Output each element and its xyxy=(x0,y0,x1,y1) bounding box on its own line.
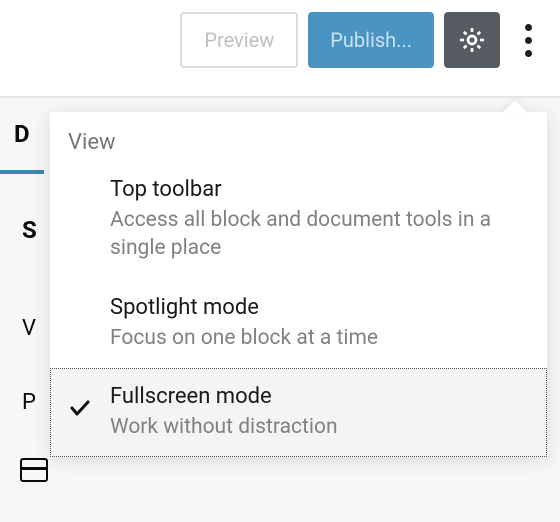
panel-section-s: S xyxy=(22,216,37,244)
document-tab[interactable]: D xyxy=(0,98,44,174)
publish-button[interactable]: Publish... xyxy=(308,12,434,68)
menu-item-desc: Focus on one block at a time xyxy=(110,324,527,352)
menu-section-title: View xyxy=(50,112,547,161)
menu-item-top-toolbar[interactable]: Top toolbar Access all block and documen… xyxy=(50,161,547,279)
preview-button[interactable]: Preview xyxy=(180,12,298,68)
menu-item-title: Top toolbar xyxy=(110,177,527,202)
gear-icon xyxy=(457,25,487,55)
more-options-button[interactable] xyxy=(510,12,546,68)
settings-button[interactable] xyxy=(444,12,500,68)
menu-item-spotlight-mode[interactable]: Spotlight mode Focus on one block at a t… xyxy=(50,279,547,368)
panel-section-v: V xyxy=(22,316,36,341)
more-vertical-icon xyxy=(525,24,532,57)
panel-section-p: P xyxy=(22,390,36,415)
options-menu: View Top toolbar Access all block and do… xyxy=(50,112,547,457)
menu-item-fullscreen-mode[interactable]: Fullscreen mode Work without distraction xyxy=(50,368,547,457)
editor-toolbar: Preview Publish... xyxy=(0,0,560,80)
menu-item-title: Spotlight mode xyxy=(110,295,527,320)
menu-item-desc: Access all block and document tools in a… xyxy=(110,206,527,263)
panel-box-icon xyxy=(20,458,48,482)
menu-item-title: Fullscreen mode xyxy=(110,384,527,409)
check-icon xyxy=(68,396,92,420)
menu-item-desc: Work without distraction xyxy=(110,413,527,441)
